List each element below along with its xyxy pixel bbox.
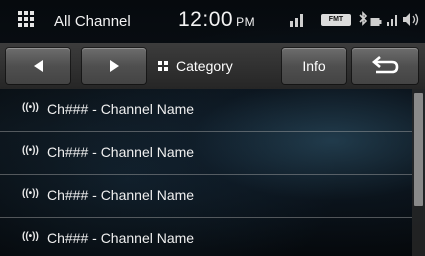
broadcast-icon: ((•))	[22, 188, 39, 199]
signal-icon	[290, 13, 308, 27]
grid-menu-icon[interactable]	[18, 11, 35, 27]
channel-label: Ch### - Channel Name	[47, 101, 195, 117]
prev-button[interactable]	[6, 48, 70, 84]
return-arrow-icon	[371, 56, 399, 74]
broadcast-icon: ((•))	[22, 102, 39, 113]
scrollbar-thumb[interactable]	[414, 93, 423, 206]
screen: All Channel 12:00 PM FMT Category Info (…	[0, 0, 425, 256]
back-button[interactable]	[352, 48, 418, 84]
triangle-right-icon	[109, 60, 119, 72]
channel-row[interactable]: ((•)) Ch### - Channel Name	[0, 89, 412, 132]
clock-time: 12:00	[178, 8, 234, 31]
triangle-left-icon	[33, 60, 43, 72]
category-label: Category	[176, 58, 233, 74]
channel-row[interactable]: ((•)) Ch### - Channel Name	[0, 218, 412, 256]
broadcast-icon: ((•))	[22, 231, 39, 242]
format-badge: FMT	[321, 14, 351, 26]
channel-label: Ch### - Channel Name	[47, 230, 195, 246]
channel-row[interactable]: ((•)) Ch### - Channel Name	[0, 175, 412, 218]
cell-signal-icon	[387, 15, 397, 26]
clock-ampm: PM	[236, 15, 256, 29]
volume-icon	[403, 13, 419, 26]
next-button[interactable]	[82, 48, 146, 84]
channel-list: ((•)) Ch### - Channel Name ((•)) Ch### -…	[0, 89, 412, 256]
category-grid-icon	[158, 61, 168, 71]
channel-label: Ch### - Channel Name	[47, 144, 195, 160]
category-button[interactable]: Category	[158, 48, 268, 84]
broadcast-icon: ((•))	[22, 145, 39, 156]
status-bar: All Channel 12:00 PM FMT	[0, 0, 425, 42]
battery-icon	[370, 18, 382, 26]
info-button[interactable]: Info	[282, 48, 346, 84]
channel-label: Ch### - Channel Name	[47, 187, 195, 203]
clock: 12:00 PM	[178, 8, 255, 32]
info-label: Info	[302, 58, 326, 74]
channel-row[interactable]: ((•)) Ch### - Channel Name	[0, 132, 412, 175]
bluetooth-icon	[359, 11, 368, 26]
list-scrollbar[interactable]	[412, 89, 425, 256]
source-title: All Channel	[54, 13, 131, 30]
toolbar: Category Info	[0, 43, 425, 89]
